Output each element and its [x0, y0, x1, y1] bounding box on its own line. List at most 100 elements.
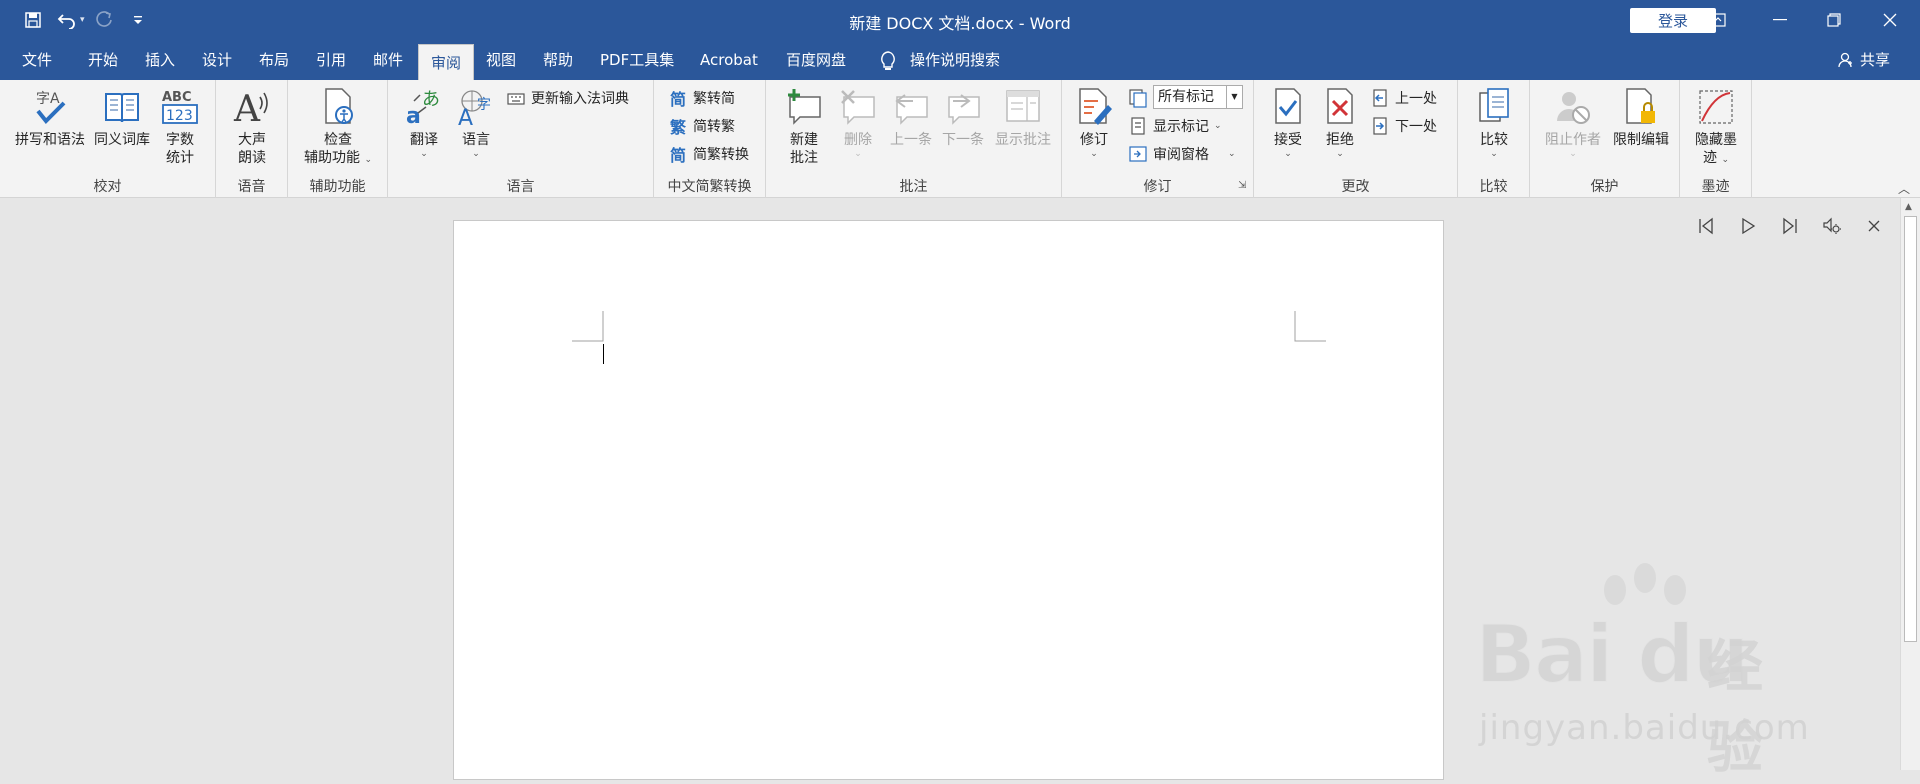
title-bar: ▾ 新建 DOCX 文档.docx - Word 登录 — [0, 0, 1920, 40]
share-button[interactable]: 共享 — [1838, 40, 1890, 80]
chevron-down-icon: ⌄ — [1336, 149, 1344, 159]
vertical-scrollbar[interactable]: ▲ — [1900, 198, 1920, 770]
collapse-ribbon-icon[interactable]: ︿ — [1898, 180, 1910, 197]
simplified-to-traditional-button[interactable]: 繁 简转繁 — [668, 114, 735, 138]
speech-settings-icon[interactable] — [1818, 212, 1846, 240]
new-comment-button[interactable]: 新建 批注 — [782, 86, 826, 167]
undo-dropdown-icon[interactable]: ▾ — [80, 15, 85, 25]
accessibility-check-icon — [316, 86, 360, 128]
display-for-review-select[interactable]: 所有标记 ▼ — [1153, 85, 1243, 109]
ribbon-display-options-icon[interactable] — [1690, 0, 1746, 40]
accept-button[interactable]: 接受 ⌄ — [1266, 86, 1310, 159]
group-accessibility: 检查 辅助功能 ⌄ 辅助功能 — [288, 80, 388, 198]
next-page-icon[interactable] — [1776, 212, 1804, 240]
spelling-check-icon: 字A — [28, 86, 72, 128]
top-right-crop-mark — [1294, 311, 1326, 342]
word-count-button[interactable]: ABC 123 字数 统计 — [158, 86, 202, 167]
spelling-grammar-button[interactable]: 字A 拼写和语法 — [10, 86, 90, 149]
save-icon[interactable] — [18, 6, 48, 34]
tab-insert[interactable]: 插入 — [145, 40, 175, 80]
group-label-proofing: 校对 — [93, 179, 122, 195]
close-window-icon[interactable] — [1862, 0, 1918, 40]
group-language: aあ 翻译 ⌄ A字 语言 ⌄ 更新输入法词典 语言 — [388, 80, 654, 198]
hide-ink-button[interactable]: 隐藏墨 迹 ⌄ — [1690, 86, 1742, 167]
tab-baidu-netdisk[interactable]: 百度网盘 — [786, 40, 846, 80]
compare-button[interactable]: 比较 ⌄ — [1472, 86, 1516, 159]
traditional-to-simplified-button[interactable]: 简 繁转简 — [668, 86, 735, 110]
chevron-down-icon: ⌄ — [364, 155, 372, 165]
track-changes-button[interactable]: 修订 ⌄ — [1072, 86, 1116, 159]
chinese-conversion-button[interactable]: 简 简繁转换 — [668, 142, 749, 166]
next-comment-button[interactable]: 下一条 — [938, 86, 988, 149]
quick-access-toolbar: ▾ — [18, 6, 153, 34]
chevron-down-icon: ⌄ — [420, 149, 428, 159]
group-comments: 新建 批注 删除 ⌄ 上一条 下一条 显示批注 批注 — [766, 80, 1062, 198]
language-icon: A字 — [454, 86, 498, 128]
next-comment-icon — [941, 86, 985, 128]
reviewing-pane-icon — [1128, 144, 1148, 164]
check-accessibility-button[interactable]: 检查 辅助功能 ⌄ — [298, 86, 378, 167]
svg-text:あ: あ — [422, 89, 440, 110]
previous-page-icon[interactable] — [1692, 212, 1720, 240]
tell-me-search[interactable]: 操作说明搜索 — [910, 40, 1000, 80]
tab-home[interactable]: 开始 — [88, 40, 118, 80]
tab-layout[interactable]: 布局 — [259, 40, 289, 80]
reviewing-pane-button[interactable]: 审阅窗格 ⌄ — [1128, 142, 1236, 166]
chevron-down-icon: ⌄ — [1214, 121, 1222, 131]
baidu-jingyan-watermark: Bai du 经验 jingyan.baidu.com — [1474, 560, 1815, 781]
show-comments-button[interactable]: 显示批注 — [990, 86, 1056, 149]
customize-qat-icon[interactable] — [123, 6, 153, 34]
restore-icon[interactable] — [1806, 0, 1862, 40]
read-aloud-icon: A — [230, 86, 274, 128]
restrict-editing-button[interactable]: 限制编辑 — [1608, 86, 1674, 149]
group-label-changes: 更改 — [1341, 179, 1370, 195]
group-speech: A 大声 朗读 语音 — [216, 80, 288, 198]
close-read-aloud-icon[interactable] — [1860, 212, 1888, 240]
tab-help[interactable]: 帮助 — [543, 40, 573, 80]
update-ime-dictionary-button[interactable]: 更新输入法词典 — [506, 86, 629, 110]
reject-button[interactable]: 拒绝 ⌄ — [1318, 86, 1362, 159]
redo-icon[interactable] — [89, 6, 119, 34]
chevron-down-icon: ⌄ — [854, 149, 862, 159]
dropdown-arrow-icon[interactable]: ▼ — [1226, 86, 1242, 108]
group-label-protect: 保护 — [1590, 179, 1619, 195]
tab-mailings[interactable]: 邮件 — [373, 40, 403, 80]
document-page[interactable] — [453, 220, 1444, 780]
thesaurus-button[interactable]: 同义词库 — [90, 86, 154, 149]
scroll-up-icon[interactable]: ▲ — [1905, 202, 1912, 212]
read-aloud-button[interactable]: A 大声 朗读 — [230, 86, 274, 167]
svg-text:字A: 字A — [36, 91, 60, 107]
svg-text:字: 字 — [477, 97, 491, 113]
group-chinese-conversion: 简 繁转简 繁 简转繁 简 简繁转换 中文简繁转换 — [654, 80, 766, 198]
language-button[interactable]: A字 语言 ⌄ — [454, 86, 498, 159]
previous-change-button[interactable]: 上一处 — [1370, 86, 1437, 110]
translate-button[interactable]: aあ 翻译 ⌄ — [402, 86, 446, 159]
delete-comment-button[interactable]: 删除 ⌄ — [836, 86, 880, 159]
tab-review[interactable]: 审阅 — [418, 44, 475, 80]
group-label-compare: 比较 — [1479, 179, 1508, 195]
show-markup-button[interactable]: 显示标记 ⌄ — [1128, 114, 1222, 138]
group-proofing: 字A 拼写和语法 同义词库 ABC 123 字数 统计 校对 — [0, 80, 216, 198]
group-label-comments: 批注 — [899, 179, 928, 195]
tab-pdf-tools[interactable]: PDF工具集 — [600, 40, 674, 80]
person-icon — [1838, 52, 1852, 68]
lock-document-icon — [1619, 86, 1663, 128]
block-authors-icon — [1551, 86, 1595, 128]
tab-design[interactable]: 设计 — [202, 40, 232, 80]
tab-acrobat[interactable]: Acrobat — [700, 40, 758, 80]
keyboard-icon — [506, 88, 526, 108]
tab-view[interactable]: 视图 — [486, 40, 516, 80]
text-cursor — [603, 344, 604, 364]
tab-references[interactable]: 引用 — [316, 40, 346, 80]
next-change-button[interactable]: 下一处 — [1370, 114, 1437, 138]
chevron-down-icon: ⌄ — [1490, 149, 1498, 159]
minimize-icon[interactable] — [1752, 0, 1808, 40]
play-icon[interactable] — [1734, 212, 1762, 240]
block-authors-button[interactable]: 阻止作者 ⌄ — [1542, 86, 1604, 159]
undo-icon[interactable] — [52, 6, 82, 34]
previous-comment-button[interactable]: 上一条 — [886, 86, 936, 149]
lightbulb-icon — [881, 51, 895, 70]
previous-change-icon — [1370, 88, 1390, 108]
tab-file[interactable]: 文件 — [22, 40, 52, 80]
scrollbar-thumb[interactable] — [1904, 216, 1917, 642]
